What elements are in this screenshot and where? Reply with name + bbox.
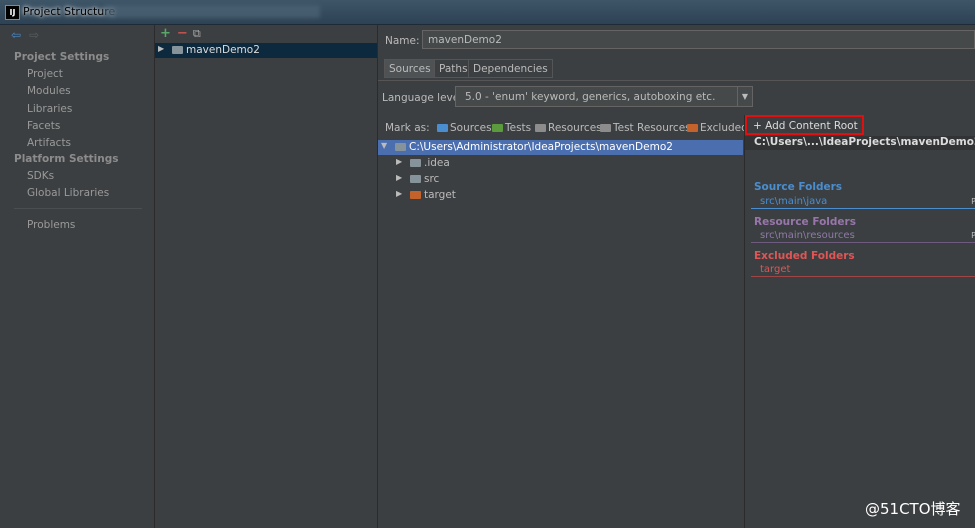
settings-sidebar: ⇦ ⇨ Project Settings Project Modules Libr… [0,25,155,528]
language-level-select[interactable]: 5.0 - 'enum' keyword, generics, autoboxi… [455,86,753,107]
tree-row-idea[interactable]: ▶ .idea [378,156,743,171]
mark-test-resources-label: Test Resources [613,122,691,134]
mark-excluded-button[interactable]: Excluded [687,122,748,134]
expand-arrow-icon[interactable]: ▶ [396,189,402,198]
resource-folder-properties-icon[interactable]: P [971,231,975,240]
content-root-panel: + Add Content Root C:\Users\...\IdeaProj… [744,115,975,528]
sidebar-item-project[interactable]: Project [27,68,63,80]
excluded-folder-icon [410,191,421,199]
tree-row-root[interactable]: ▼ C:\Users\Administrator\IdeaProjects\ma… [378,140,743,155]
sidebar-item-artifacts[interactable]: Artifacts [27,137,71,149]
sidebar-item-libraries[interactable]: Libraries [27,103,72,115]
arrow-left-icon[interactable]: ⇦ [11,28,21,42]
add-content-root-label: + Add Content Root [753,120,858,132]
excluded-folder-item[interactable]: target [760,264,790,275]
mark-as-label: Mark as: [385,122,430,134]
tab-divider [378,80,975,81]
content-root-header: C:\Users\...\IdeaProjects\mavenDemo2 [745,136,975,150]
tree-row-target[interactable]: ▶ target [378,188,743,203]
sidebar-item-modules[interactable]: Modules [27,85,71,97]
resources-folder-icon [535,124,546,132]
tree-item-label: .idea [424,157,450,169]
mark-resources-label: Resources [548,122,602,134]
nav-arrows: ⇦ ⇨ [11,28,47,42]
name-label: Name: [385,35,420,47]
resource-folders-title: Resource Folders [754,216,856,228]
sidebar-item-problems[interactable]: Problems [27,219,75,231]
excluded-folders-title: Excluded Folders [754,250,855,262]
remove-module-button[interactable]: − [177,26,188,41]
sidebar-item-sdks[interactable]: SDKs [27,170,54,182]
expand-arrow-icon[interactable]: ▶ [396,173,402,182]
chevron-down-icon[interactable]: ▼ [737,87,752,106]
tree-row-src[interactable]: ▶ src [378,172,743,187]
excluded-folder-underline [751,276,975,277]
tree-item-label: target [424,189,456,201]
add-content-root-button[interactable]: + Add Content Root [745,115,864,135]
watermark: @51CTO博客 [865,500,961,518]
resource-folder-item[interactable]: src\main\resources [760,230,855,241]
tree-root-label: C:\Users\Administrator\IdeaProjects\mave… [409,141,673,153]
tab-dependencies[interactable]: Dependencies [468,59,553,78]
mark-sources-label: Sources [450,122,492,134]
add-module-button[interactable]: + [160,26,171,41]
module-list-panel: + − ⧉ ▶ mavenDemo2 [155,25,378,528]
folder-icon [395,143,406,151]
mark-sources-button[interactable]: Sources [437,122,492,134]
arrow-right-icon[interactable]: ⇨ [29,28,39,42]
module-toolbar: + − ⧉ [160,26,201,41]
copy-module-button[interactable]: ⧉ [193,27,201,40]
tree-item-label: src [424,173,440,185]
module-name: mavenDemo2 [186,44,260,56]
sidebar-item-facets[interactable]: Facets [27,120,60,132]
mark-test-resources-button[interactable]: Test Resources [600,122,691,134]
tab-sources[interactable]: Sources [384,59,436,78]
test-resources-folder-icon [600,124,611,132]
mark-excluded-label: Excluded [700,122,748,134]
language-level-value: 5.0 - 'enum' keyword, generics, autoboxi… [465,91,716,103]
expand-arrow-icon[interactable]: ▶ [158,44,164,53]
window-title: Project Structure [23,5,116,18]
collapse-arrow-icon[interactable]: ▼ [381,141,387,150]
expand-arrow-icon[interactable]: ▶ [396,157,402,166]
excluded-folder-icon [687,124,698,132]
content-root-path: C:\Users\...\IdeaProjects\mavenDemo2 [754,136,975,148]
language-level-label: Language level: [382,92,466,104]
mark-tests-label: Tests [505,122,532,134]
title-bar: IJ Project Structure [0,0,975,25]
platform-settings-header: Platform Settings [14,153,119,165]
tests-folder-icon [492,124,503,132]
content-root-tree: ▼ C:\Users\Administrator\IdeaProjects\ma… [378,140,743,528]
folder-icon [410,175,421,183]
source-folder-underline [751,208,975,209]
folder-icon [410,159,421,167]
project-settings-header: Project Settings [14,51,110,63]
module-item[interactable]: ▶ mavenDemo2 [155,43,377,58]
sources-folder-icon [437,124,448,132]
module-name-input[interactable]: mavenDemo2 [422,30,975,49]
source-folders-title: Source Folders [754,181,843,193]
sidebar-item-global-libraries[interactable]: Global Libraries [27,187,109,199]
sidebar-divider [14,208,142,209]
tab-paths[interactable]: Paths [434,59,473,78]
module-folder-icon [172,46,183,54]
resource-folder-underline [751,242,975,243]
mark-tests-button[interactable]: Tests [492,122,531,134]
source-folder-properties-icon[interactable]: P [971,197,975,206]
blurred-title-area [105,5,320,18]
intellij-app-icon: IJ [5,5,20,20]
source-folder-item[interactable]: src\main\java [760,196,827,207]
mark-resources-button[interactable]: Resources [535,122,602,134]
